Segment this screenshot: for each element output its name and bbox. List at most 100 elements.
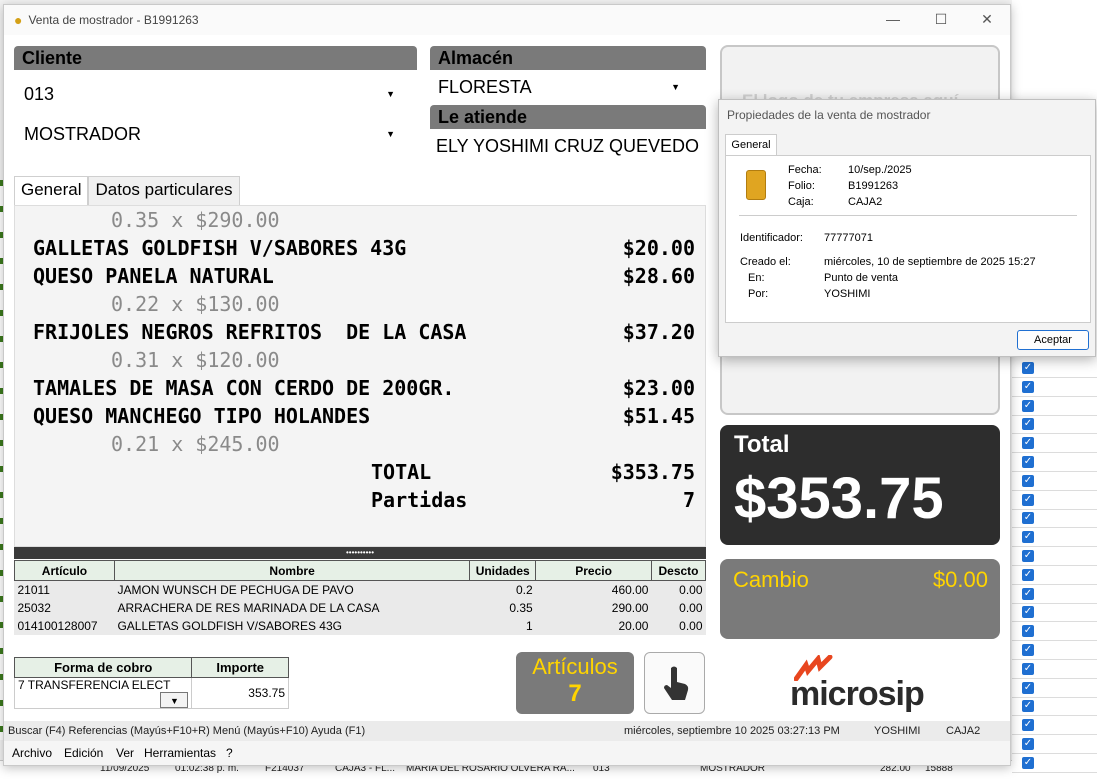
background-row-line [1012, 715, 1097, 717]
almacen-label: Almacén [430, 46, 706, 70]
por-label: Por: [748, 288, 769, 300]
status-caja: CAJA2 [946, 725, 981, 737]
caja-label: Caja: [788, 196, 814, 208]
ticket-line-text: GALLETAS GOLDFISH V/SABORES 43G [33, 236, 407, 260]
background-row-line [1012, 677, 1097, 679]
ticket-preview: 0.35 x $290.00 GALLETAS GOLDFISH V/SABOR… [14, 205, 706, 547]
table-row[interactable]: 014100128007 GALLETAS GOLDFISH V/SABORES… [15, 617, 706, 635]
col-importe[interactable]: Importe [191, 657, 289, 678]
atiende-value: ELY YOSHIMI CRUZ QUEVEDO [436, 136, 700, 156]
articles-table: Artículo Nombre Unidades Precio Descto 2… [14, 560, 707, 635]
tab-general[interactable]: General [14, 176, 89, 206]
menu-help[interactable]: ? [226, 741, 233, 765]
total-panel: Total $353.75 [720, 425, 1000, 545]
checkbox-icon: ✓ [1022, 550, 1034, 562]
table-row[interactable]: 21011 JAMON WUNSCH DE PECHUGA DE PAVO 0.… [15, 581, 706, 599]
background-row-line [1012, 621, 1097, 623]
ticket-line-text: 0.35 x $290.00 [111, 208, 280, 232]
cliente-code-select[interactable]: 013 ▼ [14, 77, 407, 111]
background-row-line [1012, 602, 1097, 604]
separator [739, 215, 1077, 216]
tab-datos-particulares[interactable]: Datos particulares [88, 176, 240, 206]
background-row-line [1012, 734, 1097, 736]
checkbox-icon: ✓ [1022, 512, 1034, 525]
background-row-line [1012, 565, 1097, 566]
cliente-name-select[interactable]: MOSTRADOR ▼ [14, 117, 407, 151]
creado-value: miércoles, 10 de septiembre de 2025 15:2… [824, 256, 1036, 268]
menu-herramientas[interactable]: Herramientas [144, 741, 216, 765]
col-nombre[interactable]: Nombre [113, 560, 471, 581]
almacen-select[interactable]: FLORESTA ▼ [428, 70, 692, 104]
shopping-bag-icon [746, 170, 766, 200]
col-forma-cobro[interactable]: Forma de cobro [13, 657, 193, 678]
chevron-down-icon: ▼ [386, 129, 395, 139]
background-row-line [1012, 696, 1097, 698]
cell-articulo: 21011 [17, 582, 50, 597]
ticket-line: QUESO PANELA NATURAL $28.60 [33, 264, 695, 292]
en-label: En: [748, 272, 765, 284]
ticket-line: GALLETAS GOLDFISH V/SABORES 43G $20.00 [33, 236, 695, 264]
ticket-line: 0.31 x $120.00 [33, 348, 695, 376]
folio-value: B1991263 [848, 180, 899, 192]
forma-cobro-select[interactable]: 7 TRANSFERENCIA ELECT ▼ [13, 677, 193, 709]
cell-nombre: GALLETAS GOLDFISH V/SABORES 43G [117, 618, 342, 633]
ticket-line-amount: $23.00 [622, 376, 695, 400]
cell-unidades: 0.35 [509, 600, 533, 615]
fecha-label: Fecha: [788, 164, 822, 176]
cliente-code-value: 013 [24, 84, 55, 104]
ticket-line-text: 0.22 x $130.00 [111, 292, 280, 316]
cell-precio: 290.00 [611, 600, 649, 615]
background-row-line [1012, 414, 1097, 416]
identificador-label: Identificador: [740, 232, 803, 244]
cell-nombre: ARRACHERA DE RES MARINADA DE LA CASA [117, 600, 380, 615]
maximize-button[interactable]: ☐ [926, 11, 956, 28]
col-precio[interactable]: Precio [535, 560, 652, 581]
chevron-down-icon: ▼ [671, 82, 680, 92]
menu-edicion[interactable]: Edición [64, 741, 103, 765]
col-unidades[interactable]: Unidades [469, 560, 537, 581]
checkbox-icon: ✓ [1022, 531, 1034, 544]
checkbox-icon: ✓ [1022, 606, 1034, 619]
ticket-line-text: QUESO PANELA NATURAL [33, 264, 274, 288]
en-value: Punto de venta [824, 272, 899, 284]
minimize-button[interactable]: — [878, 11, 908, 27]
background-row-line [1012, 771, 1097, 773]
background-row-line [1012, 640, 1097, 642]
por-value: YOSHIMI [824, 288, 871, 300]
checkbox-icon: ✓ [1022, 362, 1034, 374]
ticket-partidas-value: 7 [682, 488, 695, 512]
checkbox-icon: ✓ [1022, 681, 1034, 694]
folio-label: Folio: [788, 180, 815, 192]
properties-dialog: Propiedades de la venta de mostrador Gen… [718, 99, 1096, 357]
ticket-partidas-label: Partidas [371, 488, 468, 512]
articulos-counter: Artículos 7 [516, 652, 634, 714]
chevron-down-icon[interactable]: ▼ [160, 692, 189, 708]
col-articulo[interactable]: Artículo [14, 560, 115, 581]
ticket-line-text: TAMALES DE MASA CON CERDO DE 200GR. [33, 376, 455, 400]
splitter-handle[interactable]: •••••••••• [14, 547, 706, 559]
ticket-partidas: Partidas 7 [33, 488, 695, 516]
cell-unidades: 0.2 [516, 582, 533, 597]
ticket-line: QUESO MANCHEGO TIPO HOLANDES $51.45 [33, 404, 695, 432]
table-row[interactable]: 25032 ARRACHERA DE RES MARINADA DE LA CA… [15, 599, 706, 617]
checkbox-icon: ✓ [1022, 474, 1034, 487]
touch-mode-button[interactable] [644, 652, 705, 714]
atiende-label: Le atiende [430, 105, 706, 129]
checkbox-icon: ✓ [1022, 644, 1034, 656]
col-descto[interactable]: Descto [650, 560, 707, 581]
menu-ver[interactable]: Ver [116, 741, 134, 765]
ticket-total-label: TOTAL [371, 460, 432, 484]
background-row-line [1012, 546, 1097, 548]
title-bar[interactable]: ● Venta de mostrador - B1991263 — ☐ ✕ [4, 5, 1010, 35]
background-row-line [1012, 489, 1097, 491]
table-row[interactable]: 7 TRANSFERENCIA ELECT ▼ 353.75 [13, 677, 289, 709]
background-row-line [1012, 508, 1097, 510]
articulos-label: Artículos [532, 654, 618, 679]
tab-general-props[interactable]: General [725, 134, 777, 156]
cell-unidades: 1 [526, 618, 533, 633]
close-button[interactable]: ✕ [972, 11, 1002, 28]
importe-value[interactable]: 353.75 [191, 677, 289, 709]
menu-archivo[interactable]: Archivo [12, 741, 52, 765]
aceptar-button[interactable]: Aceptar [1017, 330, 1089, 350]
cell-descto: 0.00 [679, 618, 703, 633]
